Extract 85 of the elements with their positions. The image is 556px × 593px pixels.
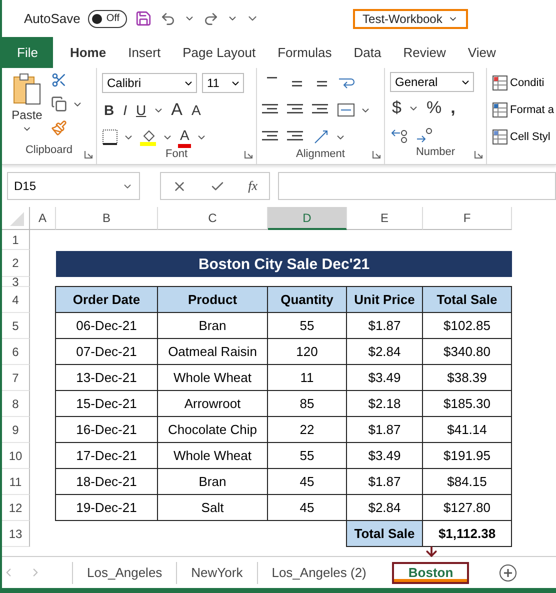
row-header[interactable]: 1 [2, 230, 30, 250]
dialog-launcher-icon[interactable] [372, 150, 381, 159]
redo-icon[interactable] [202, 10, 219, 26]
save-icon[interactable] [134, 10, 152, 27]
table-style-icon [492, 129, 508, 145]
group-label: Clipboard [25, 144, 73, 158]
undo-icon[interactable] [160, 10, 176, 26]
row-header[interactable]: 2 [2, 250, 30, 277]
orientation-icon[interactable] [312, 129, 330, 145]
font-color-button[interactable]: A [178, 126, 192, 148]
styles-item[interactable]: Cell Styl [492, 126, 556, 148]
increase-decimal-icon[interactable] [390, 127, 410, 143]
borders-icon[interactable] [102, 129, 118, 145]
merge-icon[interactable] [337, 102, 355, 118]
row-header[interactable]: 7 [2, 365, 30, 391]
arrow-icon [424, 544, 439, 558]
ribbon-tab[interactable]: Data [342, 37, 392, 68]
column-heading: Product [157, 286, 268, 313]
row-header[interactable]: 3 [2, 277, 30, 287]
row-header[interactable]: 5 [2, 313, 30, 339]
ribbon-tab[interactable]: View [456, 37, 507, 68]
table-style-icon [492, 75, 508, 91]
table-title: Boston City Sale Dec'21 [56, 251, 512, 277]
currency-button[interactable]: $ [390, 99, 404, 117]
ribbon-tab[interactable]: File [2, 37, 53, 68]
column-header[interactable]: D [268, 207, 347, 230]
decrease-decimal-icon[interactable] [415, 127, 435, 143]
dialog-launcher-icon[interactable] [474, 150, 483, 159]
add-sheet-icon[interactable] [499, 564, 518, 582]
number-format-dropdown[interactable]: General [390, 72, 474, 92]
group-label: Alignment [296, 148, 345, 160]
sheet-tab[interactable]: Los_Angeles (2) [256, 562, 380, 584]
sheet-tab[interactable]: NewYork [176, 562, 257, 584]
autosave-toggle[interactable]: Off [88, 10, 127, 28]
dialog-launcher-icon[interactable] [84, 150, 93, 159]
group-label: Number [416, 146, 456, 160]
dialog-launcher-icon[interactable] [244, 150, 253, 159]
comma-style-button[interactable]: , [448, 99, 458, 117]
percent-button[interactable]: % [424, 99, 444, 117]
copy-icon[interactable] [51, 96, 67, 112]
row-header[interactable]: 10 [2, 443, 30, 469]
styles-item[interactable]: Conditi [492, 72, 556, 94]
column-header[interactable]: F [423, 207, 512, 230]
column-heading: Total Sale [422, 286, 512, 313]
ribbon-tab[interactable]: Insert [117, 37, 172, 68]
ribbon-tab[interactable]: Home [58, 37, 118, 68]
bold-button[interactable]: B [102, 101, 116, 119]
row-header[interactable]: 11 [2, 469, 30, 495]
row-header[interactable]: 8 [2, 391, 30, 417]
name-box[interactable]: D15 [7, 172, 140, 200]
underline-button[interactable]: U [134, 101, 148, 119]
column-header[interactable]: A [30, 207, 56, 230]
paste-button[interactable]: Paste [7, 72, 47, 144]
shrink-font-button[interactable]: A [189, 101, 203, 119]
column-heading: Unit Price [346, 286, 423, 313]
column-header[interactable]: B [56, 207, 158, 230]
sheet-tab[interactable]: Los_Angeles [72, 562, 176, 584]
grow-font-button[interactable]: A [169, 101, 184, 119]
formula-input[interactable] [278, 172, 556, 200]
row-header[interactable]: 13 [2, 521, 30, 547]
autosave-label: AutoSave [24, 11, 80, 26]
total-value: $1,112.38 [422, 520, 512, 547]
column-header[interactable]: C [158, 207, 268, 230]
insert-function-button[interactable]: fx [248, 178, 258, 194]
ribbon-tab[interactable]: Page Layout [172, 37, 267, 68]
font-size-dropdown[interactable]: 11 [202, 73, 244, 93]
column-heading: Quantity [267, 286, 347, 313]
ribbon-tab[interactable]: Review [392, 37, 457, 68]
table-style-icon [492, 102, 508, 118]
font-name-dropdown[interactable]: Calibri [102, 73, 197, 93]
row-header[interactable]: 6 [2, 339, 30, 365]
row-header[interactable]: 12 [2, 495, 30, 521]
workbook-name[interactable]: Test-Workbook [352, 8, 468, 28]
row-header[interactable]: 9 [2, 417, 30, 443]
italic-button[interactable]: I [121, 101, 130, 119]
total-label: Total Sale [346, 520, 423, 547]
styles-item[interactable]: Format a [492, 99, 556, 121]
ribbon-tab[interactable]: Formulas [266, 37, 343, 68]
fill-color-icon[interactable] [139, 128, 157, 146]
clipboard-icon [12, 72, 42, 106]
table-cell: 19-Dec-21 [55, 494, 158, 521]
column-heading: Order Date [55, 286, 158, 313]
column-header[interactable]: E [347, 207, 423, 230]
row-header[interactable]: 4 [2, 287, 30, 313]
group-label: Font [165, 148, 188, 160]
